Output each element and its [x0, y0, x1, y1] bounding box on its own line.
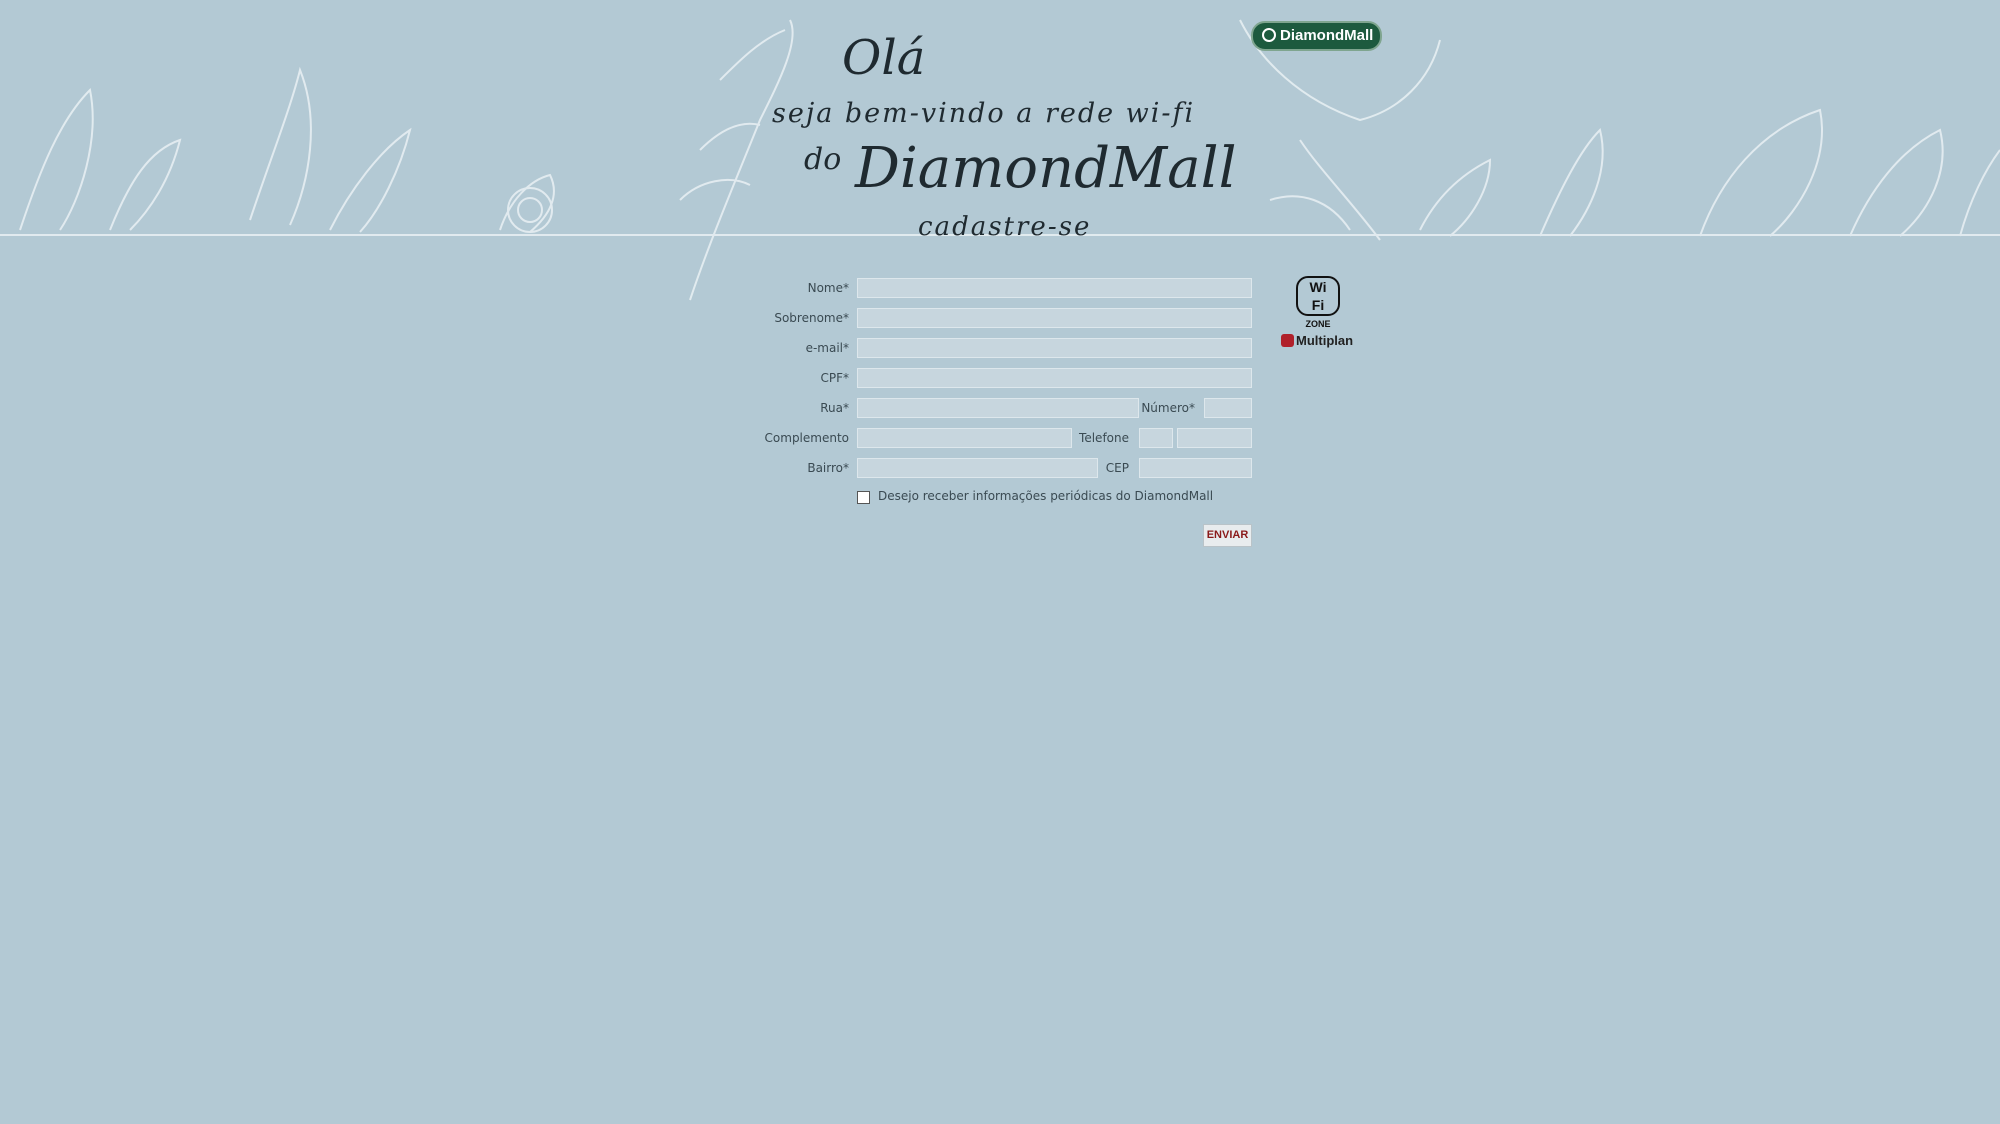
numero-input[interactable] [1204, 398, 1252, 418]
nome-label: Nome* [807, 281, 849, 295]
cpf-input[interactable] [857, 368, 1252, 388]
welcome-line: seja bem-vindo a rede wi-fi [772, 98, 1196, 129]
register-heading: cadastre-se [918, 212, 1092, 242]
greeting-title: Olá [842, 30, 926, 86]
email-label: e-mail* [805, 341, 849, 355]
telefone-ddd-input[interactable] [1139, 428, 1173, 448]
welcome-prefix: do [804, 142, 842, 177]
newsletter-checkbox[interactable] [857, 491, 870, 504]
bairro-input[interactable] [857, 458, 1098, 478]
cep-input[interactable] [1139, 458, 1252, 478]
multiplan-icon [1281, 334, 1294, 347]
multiplan-text: Multiplan [1296, 333, 1354, 348]
numero-label: Número* [1141, 401, 1195, 415]
telefone-label: Telefone [1079, 431, 1129, 445]
bairro-label: Bairro* [807, 461, 849, 475]
welcome-brand: DiamondMall [855, 136, 1237, 201]
cep-label: CEP [1105, 461, 1129, 475]
newsletter-label: Desejo receber informações periódicas do… [878, 489, 1214, 503]
sobrenome-input[interactable] [857, 308, 1252, 328]
multiplan-logo: Multiplan [1281, 333, 1353, 348]
email-input[interactable] [857, 338, 1252, 358]
cpf-label: CPF* [820, 371, 849, 385]
complemento-input[interactable] [857, 428, 1072, 448]
diamondmall-logo: DiamondMall [1251, 21, 1382, 51]
wifi-icon: Wi Fi [1296, 276, 1340, 316]
rua-input[interactable] [857, 398, 1139, 418]
complemento-label: Complemento [764, 431, 849, 445]
sobrenome-label: Sobrenome* [774, 311, 849, 325]
wifi-zone-logo: Wi Fi ZONE [1296, 276, 1340, 329]
logo-text: DiamondMall [1280, 27, 1374, 44]
wifi-zone-text: ZONE [1305, 319, 1331, 329]
enviar-button[interactable]: ENVIAR [1203, 524, 1252, 547]
diamond-logo-icon [1262, 28, 1276, 42]
telefone-numero-input[interactable] [1177, 428, 1252, 448]
nome-input[interactable] [857, 278, 1252, 298]
rua-label: Rua* [820, 401, 849, 415]
